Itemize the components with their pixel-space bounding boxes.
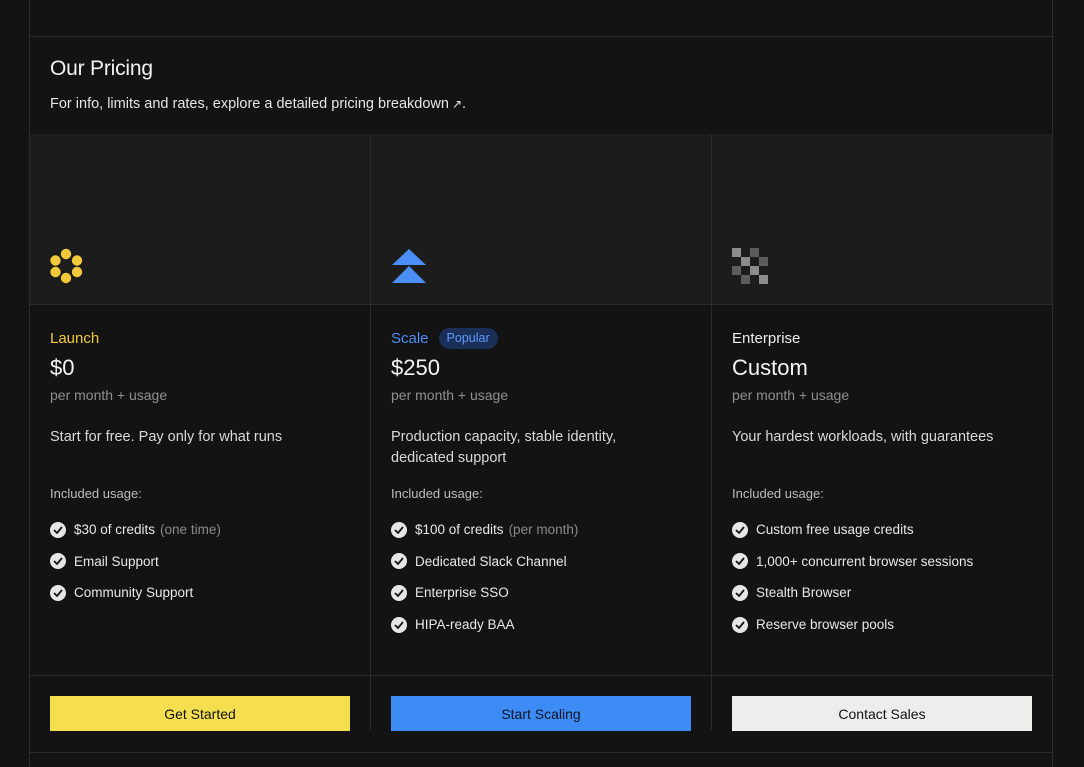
plan-tier: Scale Popular — [391, 327, 691, 349]
checker-icon — [732, 248, 768, 284]
included-usage-label: Included usage: — [50, 486, 142, 501]
get-started-button[interactable]: Get Started — [50, 696, 350, 731]
plan-description: Your hardest workloads, with guarantees — [732, 429, 994, 445]
check-circle-icon — [50, 553, 66, 570]
plan-tier: Enterprise — [732, 328, 1032, 348]
plan-content: Scale Popular $250 per month + usage Pro… — [371, 327, 711, 676]
plan-price: Custom — [732, 355, 808, 380]
page-title: Our Pricing — [50, 57, 153, 80]
plan-tier-label: Enterprise — [732, 329, 801, 347]
feature-text: Dedicated Slack Channel — [415, 553, 567, 569]
feature-text: Reserve browser pools — [756, 617, 895, 633]
check-circle-icon — [732, 553, 748, 570]
top-strip — [30, 0, 1052, 37]
check-circle-icon — [732, 521, 748, 538]
feature-text: HIPA-ready BAA — [415, 617, 515, 633]
feature-text: Community Support — [74, 585, 194, 601]
feature-item: Enterprise SSO — [391, 577, 691, 609]
feature-item: Custom free usage credits — [732, 514, 1032, 546]
feature-item: 1,000+ concurrent browser sessions — [732, 546, 1032, 578]
plan-billing-period: per month + usage — [391, 387, 509, 403]
feature-note: (one time) — [160, 522, 221, 538]
pricing-header: Our Pricing For info, limits and rates, … — [30, 37, 1052, 134]
pricing-frame: Our Pricing For info, limits and rates, … — [29, 0, 1053, 767]
plan-cta-row: Contact Sales — [712, 676, 1052, 753]
feature-text: 1,000+ concurrent browser sessions — [756, 553, 974, 569]
feature-list: $30 of credits (one time) Email Support … — [50, 514, 350, 609]
feature-item: HIPA-ready BAA — [391, 609, 691, 641]
plan-content: Enterprise Custom per month + usage Your… — [712, 328, 1052, 676]
check-circle-icon — [391, 553, 407, 570]
plan-description: Start for free. Pay only for what runs — [50, 429, 283, 445]
double-chevron-up-icon — [392, 249, 426, 283]
feature-item: Stealth Browser — [732, 577, 1032, 609]
plan-cta-row: Get Started — [30, 676, 370, 753]
plan-tier: Launch — [50, 328, 350, 348]
plan-icon-area — [371, 134, 711, 305]
plan-icon-area — [712, 134, 1052, 305]
feature-text: Enterprise SSO — [415, 585, 509, 601]
flower-icon — [50, 248, 83, 284]
feature-text: $100 of credits — [415, 522, 504, 538]
check-circle-icon — [50, 584, 66, 601]
external-link-icon[interactable]: ↗ — [452, 97, 462, 111]
feature-text: $30 of credits — [74, 522, 156, 538]
feature-item: $30 of credits (one time) — [50, 514, 350, 546]
pricing-breakdown-link[interactable]: For info, limits and rates, explore a de… — [50, 96, 449, 112]
check-circle-icon — [50, 521, 66, 538]
plan-tier-label: Launch — [50, 329, 100, 347]
pricing-cards: Launch $0 per month + usage Start for fr… — [30, 134, 1052, 753]
pricing-subtitle: For info, limits and rates, explore a de… — [50, 96, 1032, 112]
feature-note: (per month) — [508, 522, 579, 538]
feature-item: Dedicated Slack Channel — [391, 546, 691, 578]
feature-list: $100 of credits (per month) Dedicated Sl… — [391, 514, 691, 640]
plan-card-enterprise: Enterprise Custom per month + usage Your… — [712, 134, 1052, 753]
feature-list: Custom free usage credits 1,000+ concurr… — [732, 514, 1032, 640]
check-circle-icon — [732, 584, 748, 601]
check-circle-icon — [391, 616, 407, 633]
plan-tier-label: Scale — [391, 329, 429, 347]
plan-content: Launch $0 per month + usage Start for fr… — [30, 328, 370, 676]
feature-item: Community Support — [50, 577, 350, 609]
subtitle-period: . — [462, 96, 467, 112]
plan-description: Production capacity, stable identity, de… — [391, 429, 617, 466]
plan-icon-area — [30, 134, 370, 305]
plan-card-launch: Launch $0 per month + usage Start for fr… — [30, 134, 371, 753]
plan-cta-row: Start Scaling — [371, 676, 711, 753]
included-usage-label: Included usage: — [732, 486, 824, 501]
plan-price: $0 — [50, 355, 75, 380]
check-circle-icon — [391, 521, 407, 538]
plan-billing-period: per month + usage — [732, 387, 850, 403]
plan-price: $250 — [391, 355, 440, 380]
check-circle-icon — [391, 584, 407, 601]
feature-text: Stealth Browser — [756, 585, 852, 601]
feature-text: Custom free usage credits — [756, 522, 914, 538]
plan-card-scale: Scale Popular $250 per month + usage Pro… — [371, 134, 712, 753]
plan-billing-period: per month + usage — [50, 387, 168, 403]
included-usage-label: Included usage: — [391, 486, 483, 501]
feature-item: $100 of credits (per month) — [391, 514, 691, 546]
feature-text: Email Support — [74, 553, 159, 569]
contact-sales-button[interactable]: Contact Sales — [732, 696, 1032, 731]
check-circle-icon — [732, 616, 748, 633]
feature-item: Email Support — [50, 546, 350, 578]
feature-item: Reserve browser pools — [732, 609, 1032, 641]
start-scaling-button[interactable]: Start Scaling — [391, 696, 691, 731]
popular-badge: Popular — [438, 327, 498, 349]
